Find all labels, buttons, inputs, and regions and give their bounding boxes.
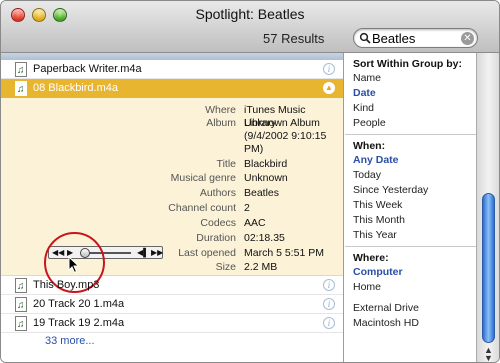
music-file-icon <box>15 277 27 296</box>
search-input[interactable] <box>372 30 456 46</box>
detail-key: Authors <box>199 187 236 199</box>
list-item[interactable]: 20 Track 20 1.m4a i <box>1 295 343 315</box>
sort-section: Sort Within Group by: Name Date Kind Peo… <box>353 57 476 131</box>
list-item[interactable]: Paperback Writer.m4a i <box>1 60 343 80</box>
results-list: Paperback Writer.m4a i 08 Blackbird.m4a … <box>1 53 344 362</box>
file-name: This Boy.mp3 <box>33 279 100 291</box>
clear-search-icon[interactable]: ✕ <box>461 32 474 45</box>
detail-value: Unknown Album (9/4/2002 9:10:15 PM) <box>244 117 327 155</box>
when-option-this-month[interactable]: This Month <box>353 213 476 228</box>
where-section: Where: Computer Home External Drive Maci… <box>353 251 476 331</box>
scrollbar-thumb[interactable] <box>482 193 495 343</box>
vertical-scrollbar[interactable]: ▲ ▼ <box>476 53 499 362</box>
music-file-icon <box>15 296 27 315</box>
pointer-cursor-icon <box>68 256 80 274</box>
detail-key: Musical genre <box>170 172 236 184</box>
list-item[interactable]: 19 Track 19 2.m4a i <box>1 314 343 334</box>
sort-option-kind[interactable]: Kind <box>353 101 476 116</box>
when-option-since-yesterday[interactable]: Since Yesterday <box>353 183 476 198</box>
music-file-icon <box>15 61 27 80</box>
scroll-down-icon[interactable]: ▼ <box>484 353 493 362</box>
search-field[interactable]: ✕ <box>353 28 478 48</box>
detail-value: Beatles <box>244 187 280 199</box>
window-title: Spotlight: Beatles <box>195 6 305 22</box>
results-count: 57 Results <box>263 31 325 46</box>
detail-value: Blackbird <box>244 158 288 170</box>
when-option-any-date[interactable]: Any Date <box>353 153 476 168</box>
where-option-macintosh-hd[interactable]: Macintosh HD <box>353 316 476 331</box>
filter-sidebar: Sort Within Group by: Name Date Kind Peo… <box>345 53 476 362</box>
where-title: Where: <box>353 252 389 264</box>
where-option-computer[interactable]: Computer <box>353 265 476 280</box>
file-name: 08 Blackbird.m4a <box>33 82 118 94</box>
sort-option-date[interactable]: Date <box>353 86 476 101</box>
detail-key: Album <box>206 117 236 129</box>
file-name: 20 Track 20 1.m4a <box>33 298 125 310</box>
music-file-icon <box>15 315 27 334</box>
info-icon[interactable]: i <box>323 279 335 291</box>
detail-value: 2.2 MB <box>244 261 278 273</box>
detail-panel: Where iTunes Music Library Album Unknown… <box>1 98 343 293</box>
detail-key: Title <box>216 158 236 170</box>
group-header <box>1 53 343 60</box>
detail-key: Duration <box>196 232 236 244</box>
detail-value: 2 <box>244 202 250 214</box>
info-icon[interactable]: i <box>323 63 335 75</box>
file-name: Paperback Writer.m4a <box>33 63 142 75</box>
info-icon[interactable]: i <box>323 298 335 310</box>
search-icon <box>359 32 371 44</box>
file-name: 19 Track 19 2.m4a <box>33 317 125 329</box>
detail-key: Codecs <box>200 217 236 229</box>
detail-value: AAC <box>244 217 266 229</box>
detail-key: Size <box>215 261 236 273</box>
when-option-this-week[interactable]: This Week <box>353 198 476 213</box>
list-item-selected[interactable]: 08 Blackbird.m4a ▲ <box>1 79 343 99</box>
sort-title: Sort Within Group by: <box>353 58 462 70</box>
when-option-this-year[interactable]: This Year <box>353 228 476 243</box>
detail-key: Channel count <box>168 202 236 214</box>
title-bar: Spotlight: Beatles 57 Results ✕ <box>1 1 499 53</box>
detail-value: Unknown <box>244 172 288 184</box>
more-results-link[interactable]: 33 more... <box>1 333 343 350</box>
divider <box>345 134 476 135</box>
when-option-today[interactable]: Today <box>353 168 476 183</box>
detail-key: Last opened <box>178 247 236 259</box>
sort-option-name[interactable]: Name <box>353 71 476 86</box>
list-item[interactable]: This Boy.mp3 i <box>1 276 343 296</box>
sort-option-people[interactable]: People <box>353 116 476 131</box>
music-file-icon <box>15 80 27 99</box>
detail-key: Where <box>205 104 236 116</box>
forward-icon[interactable]: ▶▶ <box>151 247 163 258</box>
where-option-home[interactable]: Home <box>353 280 476 295</box>
spotlight-window: Spotlight: Beatles 57 Results ✕ Paperbac… <box>0 0 500 363</box>
where-option-external-drive[interactable]: External Drive <box>353 301 476 316</box>
when-title: When: <box>353 140 386 152</box>
when-section: When: Any Date Today Since Yesterday Thi… <box>353 139 476 243</box>
collapse-icon[interactable]: ▲ <box>323 82 335 94</box>
detail-value: March 5 5:51 PM <box>244 247 324 259</box>
rewind-icon[interactable]: ◀▌ <box>137 247 149 258</box>
info-icon[interactable]: i <box>323 317 335 329</box>
detail-value: 02:18.35 <box>244 232 285 244</box>
divider <box>345 246 476 247</box>
